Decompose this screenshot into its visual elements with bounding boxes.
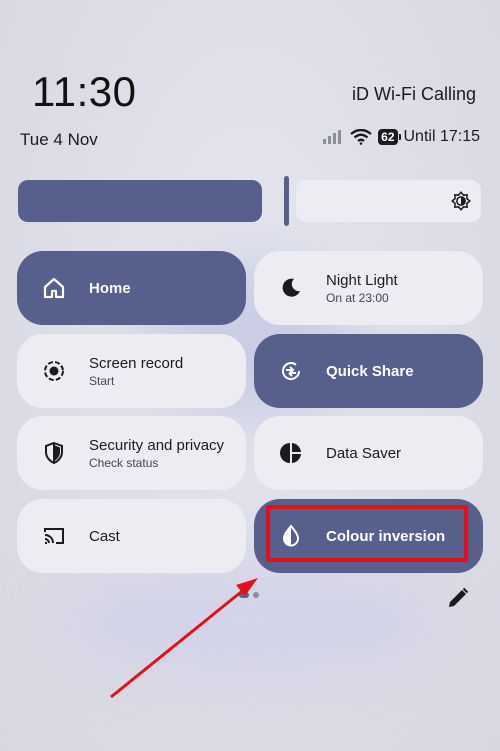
battery-indicator: 62: [378, 129, 401, 145]
tile-screen-record-sub: Start: [89, 373, 115, 388]
edit-pencil-icon[interactable]: [446, 586, 470, 610]
brightness-slider[interactable]: [18, 176, 481, 226]
cast-icon: [41, 523, 67, 549]
tile-night-light[interactable]: Night Light On at 23:00: [254, 251, 483, 325]
signal-icon: [323, 130, 342, 144]
carrier-label: iD Wi-Fi Calling: [351, 84, 476, 104]
brightness-thumb[interactable]: [284, 176, 289, 226]
quick-share-icon: [278, 358, 304, 384]
wifi-icon: [350, 129, 372, 145]
tile-screen-record-label: Screen record: [89, 354, 184, 372]
tile-home-label: Home: [89, 279, 131, 297]
tile-data-saver-label: Data Saver: [326, 444, 402, 462]
date-label[interactable]: Tue 4 Nov: [20, 130, 98, 150]
tile-night-light-label: Night Light: [326, 271, 398, 289]
tile-security-privacy[interactable]: Security and privacy Check status: [17, 416, 246, 490]
tile-colour-inversion-label: Colour inversion: [326, 527, 446, 545]
brightness-track[interactable]: [296, 180, 481, 222]
brightness-icon: [451, 191, 471, 211]
tile-cast[interactable]: Cast: [17, 499, 246, 573]
brightness-fill: [18, 180, 262, 222]
tile-security-privacy-label: Security and privacy: [89, 436, 225, 454]
data-saver-icon: [278, 440, 304, 466]
tile-quick-share[interactable]: Quick Share: [254, 334, 483, 408]
home-icon: [41, 275, 67, 301]
screen-record-icon: [41, 358, 67, 384]
tile-security-privacy-sub: Check status: [89, 455, 159, 470]
tile-cast-label: Cast: [89, 527, 120, 545]
colour-inversion-icon: [278, 523, 304, 549]
page-indicator[interactable]: [239, 592, 259, 598]
clock[interactable]: 11:30: [32, 68, 137, 116]
alarm-until-label: Until 17:15: [403, 128, 481, 145]
moon-icon: [278, 275, 304, 301]
shield-icon: [41, 440, 67, 466]
page-dot: [253, 592, 259, 598]
tile-data-saver[interactable]: Data Saver: [254, 416, 483, 490]
tile-quick-share-label: Quick Share: [326, 362, 414, 380]
status-icons: 62 Until 17:15: [322, 128, 480, 146]
tile-screen-record[interactable]: Screen record Start: [17, 334, 246, 408]
tile-home[interactable]: Home: [17, 251, 246, 325]
page-dot-active: [239, 592, 249, 598]
tile-colour-inversion[interactable]: Colour inversion: [254, 499, 483, 573]
tile-night-light-sub: On at 23:00: [326, 290, 389, 305]
